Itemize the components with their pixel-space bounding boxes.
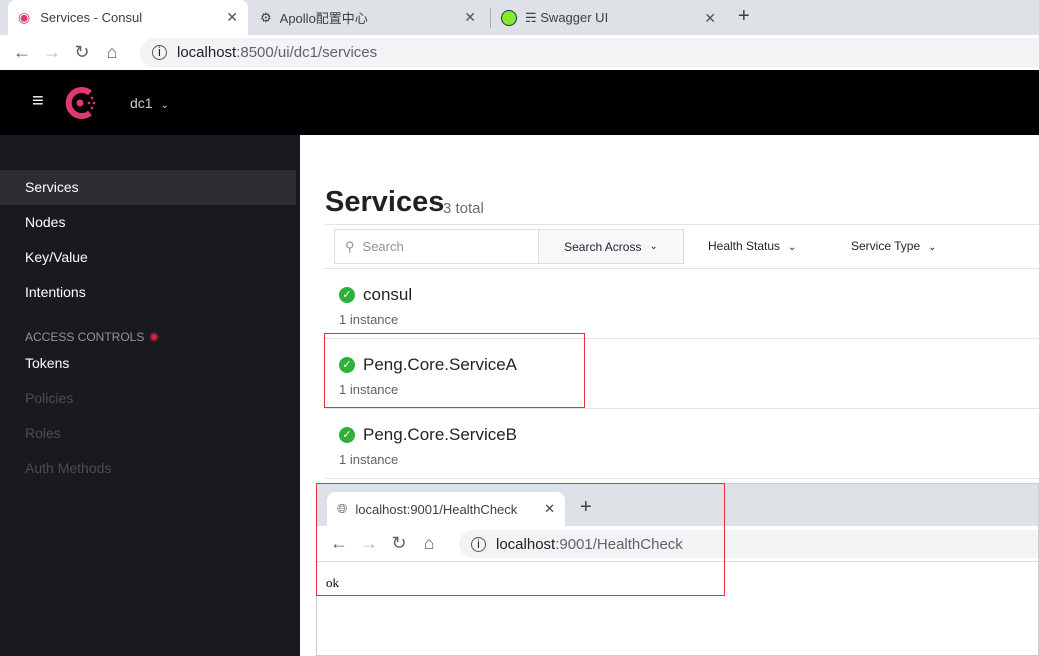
dropdown-label: Health Status [708, 239, 781, 253]
consul-header: ≡ dc1 ⌄ [0, 70, 1039, 135]
sidebar: Services Nodes Key/Value Intentions ACCE… [0, 135, 300, 656]
sidebar-item-label: Auth Methods [25, 460, 112, 476]
chevron-down-icon: ⌄ [788, 242, 797, 253]
url-path: :8500/ui/dc1/services [236, 44, 378, 61]
tab-title: Services - Consul [40, 10, 143, 25]
close-tab-icon[interactable]: ✕ [226, 9, 238, 26]
divider [325, 224, 1039, 225]
search-input[interactable]: ⚲ Search [335, 230, 538, 263]
sidebar-item-policies: Policies [0, 381, 296, 416]
datacenter-dropdown[interactable]: dc1 ⌄ [130, 95, 169, 111]
service-name[interactable]: Peng.Core.ServiceB [363, 425, 517, 445]
forward-icon[interactable]: → [37, 42, 67, 63]
address-bar[interactable]: i localhost:8500/ui/dc1/services [140, 38, 1039, 67]
sidebar-item-label: Tokens [25, 355, 70, 371]
tab-swagger[interactable]: ☴ Swagger UI ✕ [490, 8, 726, 28]
access-controls-heading: ACCESS CONTROLS [25, 330, 160, 344]
consul-favicon-icon: ◉ [18, 9, 31, 25]
service-name[interactable]: consul [363, 285, 412, 305]
service-row[interactable]: ✓ consul 1 instance [325, 269, 1039, 339]
page-title: Services [325, 186, 445, 218]
search-placeholder: Search [362, 239, 404, 254]
chevron-down-icon: ⌄ [649, 241, 658, 252]
sidebar-item-key-value[interactable]: Key/Value [0, 240, 296, 275]
alert-dot-icon [149, 332, 160, 342]
dropdown-label: Search Across [564, 239, 642, 254]
apollo-favicon-icon: ⚙ [260, 9, 272, 25]
section-label: ACCESS CONTROLS [25, 330, 145, 344]
reload-icon[interactable]: ↻ [67, 42, 97, 63]
browser-toolbar: ← → ↻ ⌂ i localhost:8500/ui/dc1/services [0, 35, 1039, 70]
sidebar-item-label: Services [25, 179, 79, 195]
sidebar-item-services[interactable]: Services [0, 170, 296, 205]
tab-apollo[interactable]: ⚙ Apollo配置中心 ✕ [250, 0, 486, 35]
search-across-dropdown[interactable]: Search Across ⌄ [538, 230, 683, 263]
back-icon[interactable]: ← [7, 42, 37, 63]
home-icon[interactable]: ⌂ [97, 42, 127, 63]
sidebar-item-intentions[interactable]: Intentions [0, 275, 296, 310]
sidebar-item-label: Nodes [25, 214, 66, 230]
chevron-down-icon: ⌄ [928, 242, 937, 253]
sidebar-item-roles: Roles [0, 416, 296, 451]
instance-count: 1 instance [339, 452, 399, 467]
filter-bar: ⚲ Search Search Across ⌄ [334, 229, 684, 264]
sidebar-item-label: Key/Value [25, 249, 88, 265]
chevron-down-icon: ⌄ [160, 100, 169, 111]
url-host: localhost [177, 44, 237, 61]
dropdown-label: Service Type [851, 239, 921, 253]
new-tab-button[interactable]: + [738, 5, 750, 28]
datacenter-label: dc1 [130, 95, 153, 111]
service-row[interactable]: ✓ Peng.Core.ServiceB 1 instance [325, 409, 1039, 479]
browser-tab-strip: ◉ Services - Consul ✕ ⚙ Apollo配置中心 ✕ ☴ S… [0, 0, 1039, 35]
sidebar-item-nodes[interactable]: Nodes [0, 205, 296, 240]
service-count: 3 total [443, 200, 484, 217]
tab-title: ☴ Swagger UI [525, 10, 609, 25]
passing-check-icon: ✓ [339, 427, 355, 443]
sidebar-item-label: Intentions [25, 284, 86, 300]
swagger-favicon-icon [501, 10, 517, 26]
health-status-dropdown[interactable]: Health Status ⌄ [708, 239, 796, 253]
info-icon: i [152, 45, 167, 60]
tab-services-consul[interactable]: ◉ Services - Consul ✕ [8, 0, 248, 35]
search-icon: ⚲ [345, 238, 355, 254]
tab-title: Apollo配置中心 [279, 11, 368, 26]
sidebar-item-label: Policies [25, 390, 74, 406]
menu-icon[interactable]: ≡ [32, 90, 44, 113]
consul-logo-icon[interactable] [65, 86, 99, 120]
service-type-dropdown[interactable]: Service Type ⌄ [851, 239, 937, 253]
passing-check-icon: ✓ [339, 287, 355, 303]
instance-count: 1 instance [339, 312, 399, 327]
highlight-box [324, 333, 585, 408]
sidebar-item-tokens[interactable]: Tokens [0, 346, 296, 381]
sidebar-item-auth-methods: Auth Methods [0, 451, 296, 486]
highlight-box [316, 483, 725, 596]
close-tab-icon[interactable]: ✕ [704, 10, 716, 27]
sidebar-item-label: Roles [25, 425, 61, 441]
close-tab-icon[interactable]: ✕ [464, 9, 476, 26]
